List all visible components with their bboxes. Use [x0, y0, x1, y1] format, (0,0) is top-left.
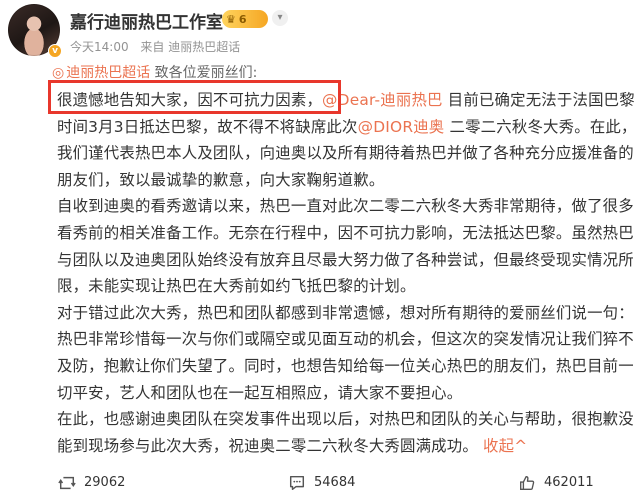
vip-badge[interactable]: ♛ 6 [222, 10, 268, 28]
collapse-label: 收起 [483, 436, 515, 455]
paragraph-3: 对于错过此次大秀，热巴和团队都感到非常遗憾，想对所有期待的爱丽丝们说一句：热巴非… [57, 303, 634, 402]
like-icon [520, 475, 535, 490]
comment-count: 54684 [314, 475, 356, 490]
repost-count: 29062 [84, 475, 126, 490]
text-span: 很遗憾地告知大家，因不可抗力因素， [57, 91, 323, 109]
text-span: 在此，也感谢迪奥团队在突发事件出现以后，对热巴和团队的关心与帮助，很抱歉没能到现… [57, 410, 634, 455]
mention-dior[interactable]: @DIOR迪奥 [358, 118, 445, 136]
chevron-up-icon: ^ [514, 436, 528, 455]
like-count: 462011 [544, 475, 594, 490]
like-button[interactable]: 462011 [518, 465, 594, 500]
post-header: v 嘉行迪丽热巴工作室 ♛ 6 ▾ 今天14:00 来自 迪丽热巴超话 [0, 0, 640, 60]
greeting: 致各位爱丽丝们: [154, 65, 258, 81]
post-subtitle: ◎ 迪丽热巴超话 致各位爱丽丝们: [52, 62, 257, 82]
v-verified-icon: v [48, 44, 62, 58]
mention-dear-dilireba[interactable]: @Dear-迪丽热巴 [322, 91, 443, 109]
collapse-link[interactable]: 收起^ [483, 437, 527, 455]
topic-icon: ◎ [52, 65, 65, 81]
topic-link[interactable]: 迪丽热巴超话 [66, 65, 150, 81]
repost-icon [58, 476, 76, 489]
vip-level: 6 [238, 12, 247, 26]
post-content: 很遗憾地告知大家，因不可抗力因素，@Dear-迪丽热巴 目前已确定无法于法国巴黎… [57, 87, 637, 459]
paragraph-4: 在此，也感谢迪奥团队在突发事件出现以后，对热巴和团队的关心与帮助，很抱歉没能到现… [57, 406, 637, 459]
post-footer: 29062 54684 462011 [0, 465, 640, 500]
post-meta: 今天14:00 来自 迪丽热巴超话 [70, 38, 248, 55]
post-source[interactable]: 来自 迪丽热巴超话 [140, 40, 240, 54]
comment-icon [289, 475, 305, 490]
crown-icon: ♛ [226, 12, 236, 26]
chevron-down-icon[interactable]: ▾ [272, 10, 288, 26]
paragraph-1: 很遗憾地告知大家，因不可抗力因素，@Dear-迪丽热巴 目前已确定无法于法国巴黎… [57, 87, 637, 193]
post-time: 今天14:00 [70, 40, 129, 54]
account-name[interactable]: 嘉行迪丽热巴工作室 [70, 8, 223, 33]
comment-button[interactable]: 54684 [288, 465, 355, 500]
paragraph-2: 自收到迪奥的看秀邀请以来，热巴一直对此次二零二六秋冬大秀非常期待，做了很多看秀前… [57, 197, 634, 296]
repost-button[interactable]: 29062 [58, 465, 125, 500]
